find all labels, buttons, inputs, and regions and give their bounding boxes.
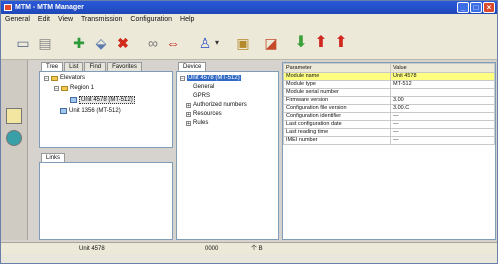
tab-find[interactable]: Find (84, 62, 107, 71)
param-cell: Module serial number (283, 88, 391, 97)
device-icon (70, 97, 77, 103)
value-cell[interactable]: — (390, 112, 495, 121)
value-cell[interactable]: — (390, 120, 495, 129)
param-cell: Configuration file version (283, 104, 391, 113)
value-cell[interactable]: Unit 4578 (390, 72, 495, 81)
arrow-up-icon[interactable]: ⬆ (313, 35, 329, 51)
table-row[interactable]: Firmware version 3.00 (283, 96, 495, 105)
tree-panel: − Elevators − Region 1 Unit 4578 (MT-512… (39, 71, 173, 148)
panel-icon[interactable] (6, 108, 22, 124)
links-tabs: Links (41, 153, 66, 162)
link-icon[interactable]: ∞ (145, 35, 161, 51)
maximize-button[interactable]: □ (470, 2, 482, 13)
toolbar: ▭ ▤ ✚ ⬙ ✖ ∞ ⇔ ♙ ▾ ▣ ◪ ⬇ ⬆ ⬆ (1, 25, 497, 60)
table-row[interactable]: Last configuration date — (283, 120, 495, 129)
window-controls: _ □ × (457, 2, 495, 13)
calendar-icon[interactable]: ▣ (235, 35, 251, 51)
menu-help[interactable]: Help (176, 14, 198, 25)
value-cell[interactable] (390, 88, 495, 97)
device-root[interactable]: − Unit 4578 (MT-512) (180, 75, 241, 81)
tree-tabs: Tree List Find Favorites (41, 62, 142, 71)
tab-list[interactable]: List (64, 62, 84, 71)
param-cell: IMEI number (283, 136, 391, 145)
menu-view[interactable]: View (54, 14, 77, 25)
delete-icon[interactable]: ✖ (115, 35, 131, 51)
table-row[interactable]: Module name Unit 4578 (283, 72, 495, 81)
import-icon[interactable]: ⬙ (93, 35, 109, 51)
menu-bar: General Edit View Transmission Configura… (1, 14, 497, 25)
param-cell: Firmware version (283, 96, 391, 105)
param-cell: Last configuration date (283, 120, 391, 129)
links-panel (39, 162, 173, 240)
connect-icon[interactable]: ✚ (71, 35, 87, 51)
globe-icon[interactable] (6, 130, 22, 146)
minimize-button[interactable]: _ (457, 2, 469, 13)
device-icon (60, 108, 67, 114)
param-cell: Configuration identifier (283, 112, 391, 121)
param-cell: Module type (283, 80, 391, 89)
app-window: MTM - MTM Manager _ □ × General Edit Vie… (0, 0, 498, 264)
expand-icon[interactable]: + (186, 120, 191, 126)
table-row[interactable]: Last reading time — (283, 128, 495, 137)
table-row[interactable]: Module type MT-512 (283, 80, 495, 89)
menu-configuration[interactable]: Configuration (126, 14, 176, 25)
value-cell[interactable]: MT-512 (390, 80, 495, 89)
user-icon[interactable]: ♙ (197, 35, 213, 51)
user-dropdown-icon[interactable]: ▾ (213, 35, 221, 51)
properties-panel: Parameter Value Module name Unit 4578 Mo… (282, 62, 496, 240)
table-row[interactable]: IMEI number — (283, 136, 495, 145)
clipboard-icon[interactable]: ▤ (37, 35, 53, 51)
value-cell[interactable]: — (390, 128, 495, 137)
tree-group[interactable]: − Region 1 (54, 85, 94, 91)
table-row[interactable]: Module serial number (283, 88, 495, 97)
app-icon (4, 4, 12, 11)
device-node-general[interactable]: General (193, 84, 214, 90)
tab-tree[interactable]: Tree (41, 62, 64, 71)
tab-links[interactable]: Links (41, 153, 66, 162)
table-row[interactable]: Configuration file version 3.00.C (283, 104, 495, 113)
computer-icon[interactable]: ▭ (15, 35, 31, 51)
window-title: MTM - MTM Manager (15, 4, 84, 11)
device-tabs: Device (178, 62, 207, 71)
folder-icon (51, 75, 58, 81)
tab-favorites[interactable]: Favorites (107, 62, 142, 71)
close-button[interactable]: × (483, 2, 495, 13)
column-parameter[interactable]: Parameter (283, 63, 391, 73)
value-cell[interactable]: 3.00.C (390, 104, 495, 113)
collapse-icon[interactable]: − (180, 75, 185, 81)
expand-icon[interactable]: + (186, 102, 191, 108)
title-bar: MTM - MTM Manager _ □ × (1, 1, 497, 14)
device-node-resources[interactable]: + Resources (186, 111, 222, 117)
folder-icon (61, 85, 68, 91)
value-cell[interactable]: — (390, 136, 495, 145)
device-node-rules[interactable]: + Rules (186, 120, 208, 126)
properties-table: Parameter Value Module name Unit 4578 Mo… (283, 63, 495, 145)
column-value[interactable]: Value (390, 63, 495, 73)
value-cell[interactable]: 3.00 (390, 96, 495, 105)
param-cell: Module name (283, 72, 391, 81)
menu-edit[interactable]: Edit (34, 14, 54, 25)
collapse-icon[interactable]: − (54, 85, 59, 91)
chart-icon[interactable]: ◪ (263, 35, 279, 51)
transfer-icon[interactable]: ⇔ (165, 35, 181, 51)
collapse-icon[interactable]: − (44, 75, 49, 81)
menu-transmission[interactable]: Transmission (77, 14, 126, 25)
param-cell: Last reading time (283, 128, 391, 137)
tree-item-unit-4578[interactable]: Unit 4578 (MT-512) (70, 96, 135, 104)
device-node-gprs[interactable]: GPRS (193, 93, 210, 99)
table-header: Parameter Value (283, 63, 495, 73)
expand-icon[interactable]: + (186, 111, 191, 117)
menu-general[interactable]: General (1, 14, 34, 25)
device-node-authorized-numbers[interactable]: + Authorized numbers (186, 102, 247, 108)
tree-root[interactable]: − Elevators (44, 75, 85, 81)
bottom-edge (1, 254, 497, 263)
table-row[interactable]: Configuration identifier — (283, 112, 495, 121)
arrow-down-icon[interactable]: ⬇ (293, 35, 309, 51)
tree-item-unit-1356[interactable]: Unit 1356 (MT-512) (60, 108, 121, 114)
tab-device[interactable]: Device (178, 62, 207, 71)
arrow-up-alt-icon[interactable]: ⬆ (333, 35, 349, 51)
left-sidebar (1, 60, 28, 240)
device-tree-panel: − Unit 4578 (MT-512) General GPRS + Auth… (176, 71, 279, 240)
